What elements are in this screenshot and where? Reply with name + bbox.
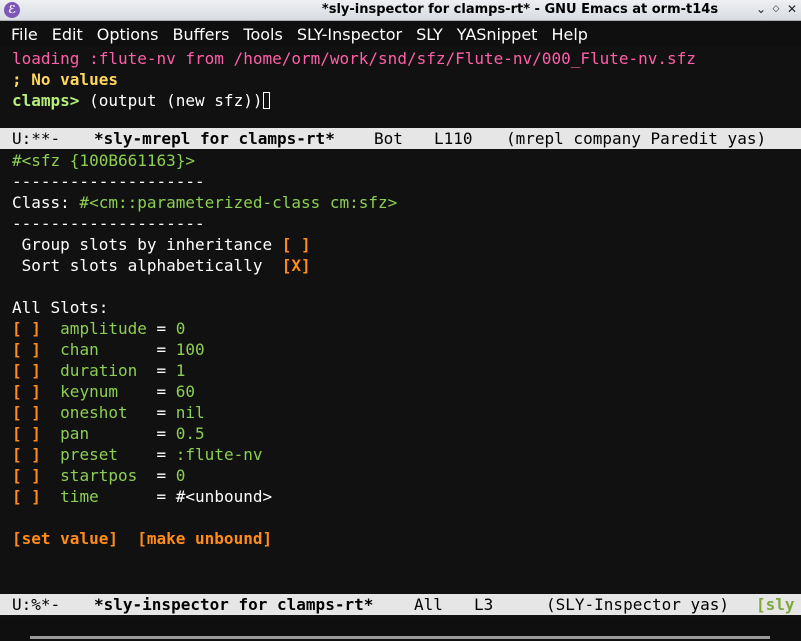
slot-value[interactable]: :flute-nv — [176, 445, 263, 464]
repl-prompt: clamps> — [12, 91, 80, 110]
slot-checkbox[interactable]: [ ] — [12, 445, 41, 464]
modeline-sly-indicator[interactable]: [sly — [756, 594, 795, 615]
horizontal-scrollbar[interactable] — [30, 636, 770, 639]
slot-name: time — [60, 487, 147, 506]
menu-sly[interactable]: SLY — [413, 25, 446, 44]
text-cursor — [263, 92, 271, 109]
slot-name: preset — [60, 445, 147, 464]
group-slots-checkbox[interactable]: [ ] — [282, 235, 311, 254]
repl-input[interactable]: (output (new sfz)) — [79, 91, 262, 110]
group-slots-label: Group slots by inheritance — [12, 235, 282, 254]
menu-options[interactable]: Options — [94, 25, 162, 44]
slot-value[interactable]: #<unbound> — [176, 487, 272, 506]
menu-edit[interactable]: Edit — [49, 25, 86, 44]
slot-checkbox[interactable]: [ ] — [12, 382, 41, 401]
slot-checkbox[interactable]: [ ] — [12, 403, 41, 422]
action-buttons: [set value] [make unbound] — [12, 528, 272, 549]
modeline-position: All — [414, 595, 443, 614]
class-line: Class: #<cm::parameterized-class cm:sfz> — [12, 192, 397, 213]
class-value[interactable]: #<cm::parameterized-class cm:sfz> — [70, 193, 397, 212]
inspector-modeline[interactable]: U:%*- *sly-inspector for clamps-rt* All … — [0, 594, 801, 615]
slot-value[interactable]: 0 — [176, 466, 186, 485]
modeline-status: U:%*- — [12, 595, 61, 614]
slot-row: [ ] pan = 0.5 — [12, 424, 205, 443]
emacs-icon: ℰ — [4, 2, 20, 18]
sort-slots-checkbox[interactable]: [X] — [282, 256, 311, 275]
slot-value[interactable]: 100 — [176, 340, 205, 359]
modeline-modes[interactable]: (mrepl company Paredit yas) — [506, 128, 766, 149]
menu-file[interactable]: File — [8, 25, 41, 44]
slot-name: startpos — [60, 466, 147, 485]
separator-line: -------------------- — [12, 214, 205, 233]
modeline-line: L110 — [434, 129, 473, 148]
slot-checkbox[interactable]: [ ] — [12, 340, 41, 359]
group-slots-option: Group slots by inheritance [ ] — [12, 234, 311, 255]
slot-name: amplitude — [60, 319, 147, 338]
menu-help[interactable]: Help — [548, 25, 590, 44]
menu-sly-inspector[interactable]: SLY-Inspector — [294, 25, 405, 44]
slot-checkbox[interactable]: [ ] — [12, 319, 41, 338]
slot-row: [ ] startpos = 0 — [12, 466, 186, 485]
slot-checkbox[interactable]: [ ] — [12, 466, 41, 485]
menu-tools[interactable]: Tools — [240, 25, 285, 44]
menu-yasnippet[interactable]: YASnippet — [454, 25, 541, 44]
slot-value[interactable]: nil — [176, 403, 205, 422]
all-slots-label: All Slots: — [12, 298, 109, 317]
slot-row: [ ] keynum = 60 — [12, 382, 196, 401]
repl-loading-line: loading :flute-nv from /home/orm/work/sn… — [12, 49, 696, 68]
class-label: Class: — [12, 193, 70, 212]
modeline-buffer-name[interactable]: *sly-inspector for clamps-rt* — [94, 594, 373, 615]
make-unbound-button[interactable]: [make unbound] — [137, 529, 272, 548]
close-button[interactable]: ✕ — [785, 2, 799, 16]
window-title: *sly-inspector for clamps-rt* - GNU Emac… — [321, 2, 719, 17]
emacs-window: ℰ *sly-inspector for clamps-rt* - GNU Em… — [0, 0, 801, 641]
menu-bar: File Edit Options Buffers Tools SLY-Insp… — [0, 22, 801, 46]
slot-name: pan — [60, 424, 147, 443]
slot-value[interactable]: 0.5 — [176, 424, 205, 443]
modeline-modes[interactable]: (SLY-Inspector yas) — [546, 594, 729, 615]
inspected-object: #<sfz {100B661163}> — [12, 151, 196, 170]
slot-value[interactable]: 60 — [176, 382, 195, 401]
slot-row: [ ] amplitude = 0 — [12, 319, 186, 338]
slot-value[interactable]: 0 — [176, 319, 186, 338]
sort-slots-option: Sort slots alphabetically [X] — [12, 255, 311, 276]
slot-row: [ ] duration = 1 — [12, 361, 186, 380]
modeline-status: U:**- — [12, 129, 61, 148]
separator-line: -------------------- — [12, 172, 205, 191]
slot-value[interactable]: 1 — [176, 361, 186, 380]
slot-name: oneshot — [60, 403, 147, 422]
slot-name: chan — [60, 340, 147, 359]
slot-name: keynum — [60, 382, 147, 401]
maximize-button[interactable]: ◇ — [769, 2, 783, 16]
slot-checkbox[interactable]: [ ] — [12, 424, 41, 443]
repl-modeline[interactable]: U:**- *sly-mrepl for clamps-rt* Bot L110… — [0, 128, 801, 149]
slot-name: duration — [60, 361, 147, 380]
slot-row: [ ] time = #<unbound> — [12, 487, 273, 506]
repl-input-line[interactable]: clamps> (output (new sfz)) — [12, 90, 271, 111]
set-value-button[interactable]: [set value] — [12, 529, 118, 548]
title-bar: ℰ *sly-inspector for clamps-rt* - GNU Em… — [0, 0, 801, 21]
slot-row: [ ] preset = :flute-nv — [12, 445, 263, 464]
repl-no-values: ; No values — [12, 70, 118, 89]
modeline-position: Bot — [374, 129, 403, 148]
slot-row: [ ] chan = 100 — [12, 340, 205, 359]
slot-row: [ ] oneshot = nil — [12, 403, 205, 422]
slot-checkbox[interactable]: [ ] — [12, 487, 41, 506]
minimize-button[interactable]: ⌄ — [754, 2, 768, 16]
modeline-line: L3 — [474, 595, 494, 614]
sort-slots-label: Sort slots alphabetically — [12, 256, 282, 275]
modeline-buffer-name[interactable]: *sly-mrepl for clamps-rt* — [94, 128, 335, 149]
slot-checkbox[interactable]: [ ] — [12, 361, 41, 380]
menu-buffers[interactable]: Buffers — [170, 25, 233, 44]
